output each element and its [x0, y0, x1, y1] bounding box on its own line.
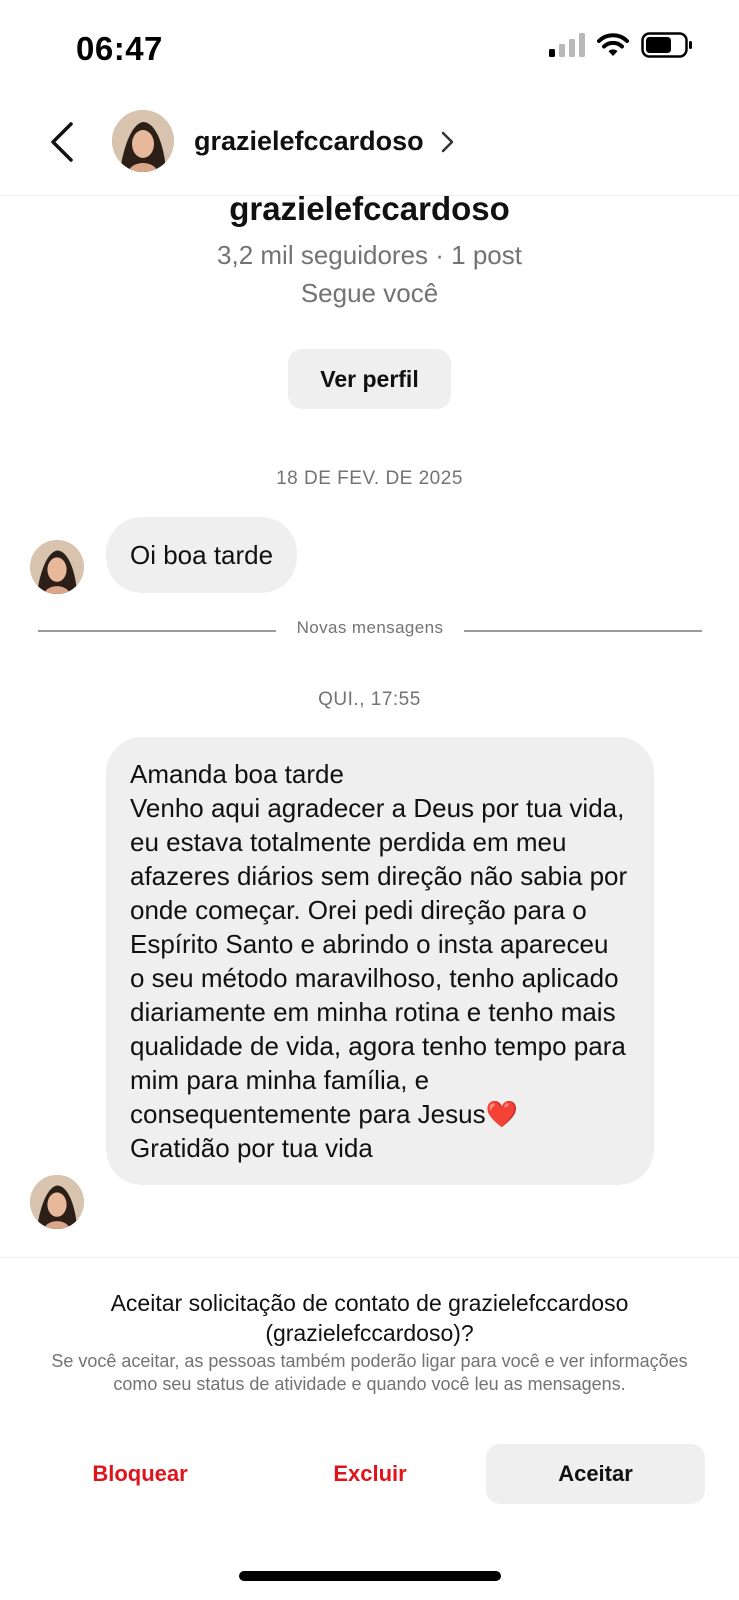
- wifi-icon: [597, 33, 629, 56]
- follows-you-label: Segue você: [300, 278, 439, 308]
- message-text: Amanda boa tarde Venho aqui agradecer a …: [130, 759, 628, 1163]
- date-separator: QUI., 17:55: [318, 689, 421, 710]
- request-actions: Bloquear Excluir Aceitar: [0, 1444, 739, 1504]
- message-avatar[interactable]: [30, 540, 84, 594]
- message-bubble[interactable]: Oi boa tarde: [106, 517, 298, 593]
- header-avatar[interactable]: [112, 110, 174, 172]
- cellular-signal-icon: [549, 33, 585, 57]
- view-profile-button[interactable]: Ver perfil: [288, 349, 451, 409]
- battery-icon: [641, 32, 692, 58]
- chevron-right-icon[interactable]: [440, 130, 456, 154]
- profile-stats: 3,2 mil seguidores · 1 post: [217, 240, 522, 270]
- back-button[interactable]: [40, 120, 84, 164]
- block-button[interactable]: Bloquear: [60, 1444, 220, 1504]
- status-icons: [549, 32, 693, 58]
- status-time: 06:47: [76, 30, 163, 67]
- request-description: Se você aceitar, as pessoas também poder…: [51, 1351, 688, 1394]
- chevron-left-icon: [51, 122, 73, 162]
- request-title: Aceitar solicitação de contato de grazie…: [110, 1290, 629, 1346]
- chat-header: grazielefccardoso: [0, 100, 739, 196]
- new-messages-divider: Novas mensagens: [38, 616, 702, 646]
- delete-button[interactable]: Excluir: [290, 1444, 450, 1504]
- home-indicator[interactable]: [239, 1571, 501, 1581]
- message-avatar[interactable]: [30, 1175, 84, 1229]
- header-username[interactable]: grazielefccardoso: [194, 126, 424, 157]
- profile-name: grazielefccardoso: [229, 190, 510, 227]
- dm-screen: 06:47 grazielefccardoso grazielefccardos…: [0, 0, 739, 1600]
- message-bubble[interactable]: Amanda boa tarde Venho aqui agradecer a …: [106, 737, 654, 1185]
- new-messages-label: Novas mensagens: [296, 618, 444, 637]
- accept-button[interactable]: Aceitar: [486, 1444, 705, 1504]
- message-request-panel: Aceitar solicitação de contato de grazie…: [0, 1257, 739, 1600]
- date-separator: 18 DE FEV. DE 2025: [276, 468, 463, 489]
